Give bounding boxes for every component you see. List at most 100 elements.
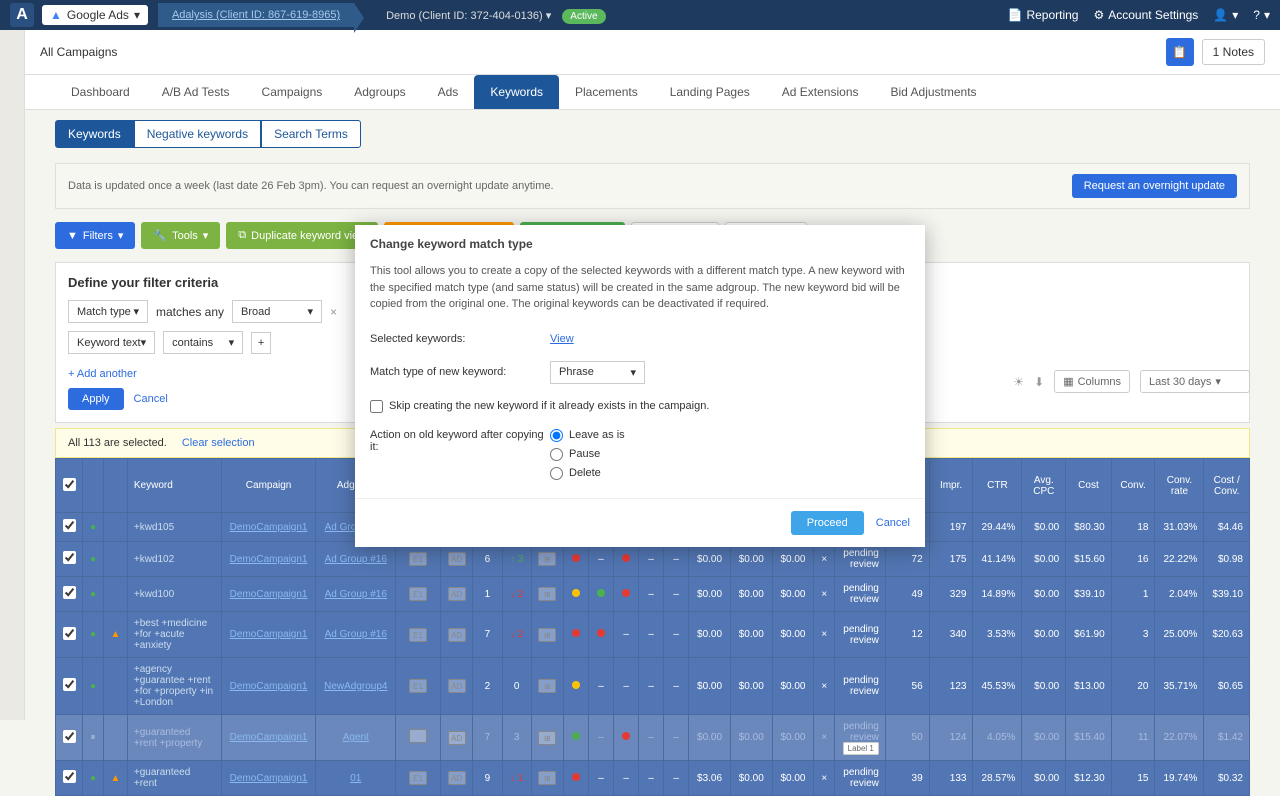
info-text: Data is updated once a week (last date 2… — [68, 180, 554, 192]
campaign-link[interactable]: DemoCampaign1 — [230, 589, 308, 600]
adgroup-link[interactable]: Ad Group #16 — [325, 554, 387, 565]
tab-adgroups[interactable]: Adgroups — [338, 75, 421, 109]
breadcrumb-client[interactable]: Adalysis (Client ID: 867-619-8965) — [158, 3, 354, 27]
account-settings-link[interactable]: ⚙Account Settings — [1093, 8, 1198, 22]
notes-button[interactable]: 1 Notes — [1202, 39, 1265, 65]
row-checkbox[interactable] — [63, 627, 76, 640]
tab-keywords[interactable]: Keywords — [474, 75, 559, 109]
copy-icon: ⧉ — [238, 229, 246, 242]
tab-dashboard[interactable]: Dashboard — [55, 75, 146, 109]
help-menu[interactable]: ?▾ — [1253, 8, 1270, 22]
adgroup-link[interactable]: 01 — [350, 773, 361, 784]
status-dot — [622, 554, 630, 562]
adalysis-logo[interactable]: A — [10, 3, 34, 27]
add-another-link[interactable]: + Add another — [68, 368, 137, 380]
tab-campaigns[interactable]: Campaigns — [246, 75, 339, 109]
main-tabs: DashboardA/B Ad TestsCampaignsAdgroupsAd… — [25, 75, 1280, 110]
leave-radio[interactable] — [550, 429, 563, 442]
adgroup-link[interactable]: Ad Group #16 — [325, 629, 387, 640]
download-icon[interactable]: ⬇ — [1034, 375, 1044, 389]
platform-selector[interactable]: ▲ Google Ads ▾ — [42, 5, 148, 25]
skip-existing-checkbox[interactable] — [370, 400, 383, 413]
row-checkbox[interactable] — [63, 770, 76, 783]
brightness-icon[interactable]: ☀ — [1013, 375, 1024, 389]
tab-landingpages[interactable]: Landing Pages — [654, 75, 766, 109]
info-bar: Data is updated once a week (last date 2… — [55, 163, 1250, 209]
remove-filter-icon[interactable]: × — [330, 305, 337, 319]
match-badge: E1 — [409, 679, 427, 693]
tab-ads[interactable]: Ads — [422, 75, 475, 109]
view-keywords-link[interactable]: View — [550, 333, 574, 345]
pause-radio[interactable] — [550, 448, 563, 461]
campaign-link[interactable]: DemoCampaign1 — [230, 554, 308, 565]
add-value-button[interactable]: + — [251, 332, 271, 354]
enabled-icon: ● — [90, 773, 96, 784]
cancel-filter-link[interactable]: Cancel — [134, 393, 168, 405]
campaign-link[interactable]: DemoCampaign1 — [230, 732, 308, 743]
sub-tabs: KeywordsNegative keywordsSearch Terms — [25, 110, 1280, 158]
subtab-negativekeywords[interactable]: Negative keywords — [134, 120, 261, 148]
request-update-button[interactable]: Request an overnight update — [1072, 174, 1237, 198]
adgroup-link[interactable]: Agent — [343, 732, 369, 743]
delete-radio[interactable] — [550, 467, 563, 480]
chevron-down-icon: ▾ — [134, 8, 140, 22]
chevron-down-icon: ▾ — [229, 336, 235, 349]
select-all-checkbox[interactable] — [63, 478, 76, 491]
ad-badge: AD — [448, 771, 466, 785]
platform-label: Google Ads — [67, 8, 129, 22]
status-dot — [572, 554, 580, 562]
table-row: ●▲+best +medicine +for +acute +anxietyDe… — [56, 612, 1250, 658]
enabled-icon: ● — [90, 629, 96, 640]
skip-label: Skip creating the new keyword if it alre… — [389, 400, 709, 412]
match-badge: E1 — [409, 771, 427, 785]
tab-abadtests[interactable]: A/B Ad Tests — [146, 75, 246, 109]
filters-button[interactable]: ▼Filters ▾ — [55, 222, 135, 249]
proceed-button[interactable]: Proceed — [791, 511, 864, 535]
row-checkbox[interactable] — [63, 678, 76, 691]
adgroup-link[interactable]: Ad Group #16 — [325, 589, 387, 600]
filter-field-select[interactable]: Match type▾ — [68, 300, 148, 323]
selected-keywords-label: Selected keywords: — [370, 333, 550, 345]
left-rail[interactable] — [0, 30, 25, 720]
row-checkbox[interactable] — [63, 730, 76, 743]
top-bar: A ▲ Google Ads ▾ Adalysis (Client ID: 86… — [0, 0, 1280, 30]
match-type-select[interactable]: Phrase▾ — [550, 361, 645, 384]
subtab-searchterms[interactable]: Search Terms — [261, 120, 361, 148]
user-menu[interactable]: 👤▾ — [1213, 8, 1238, 22]
all-campaigns-label: All Campaigns — [40, 45, 117, 59]
columns-button[interactable]: ▦Columns — [1054, 370, 1130, 393]
row-checkbox[interactable] — [63, 551, 76, 564]
campaign-link[interactable]: DemoCampaign1 — [230, 773, 308, 784]
row-checkbox[interactable] — [63, 586, 76, 599]
enabled-icon: ● — [90, 589, 96, 600]
filter-value-select[interactable]: Broad▾ — [232, 300, 322, 323]
campaign-link[interactable]: DemoCampaign1 — [230, 629, 308, 640]
tab-placements[interactable]: Placements — [559, 75, 654, 109]
modal-description: This tool allows you to create a copy of… — [355, 263, 925, 325]
date-range-select[interactable]: Last 30 days▾ — [1140, 370, 1250, 393]
active-badge: Active — [562, 9, 605, 24]
tools-button[interactable]: 🔧Tools ▾ — [141, 222, 220, 249]
status-dot — [622, 732, 630, 740]
selection-count: All 113 are selected. — [68, 437, 167, 449]
tab-adextensions[interactable]: Ad Extensions — [766, 75, 875, 109]
table-row: ●+kwd100DemoCampaign1Ad Group #16E1AD1↓ … — [56, 577, 1250, 612]
match-badge — [409, 729, 427, 743]
campaign-link[interactable]: DemoCampaign1 — [230, 522, 308, 533]
status-dot — [572, 681, 580, 689]
reporting-link[interactable]: 📄Reporting — [1007, 8, 1078, 22]
row-checkbox[interactable] — [63, 519, 76, 532]
keyword-cell: +guaranteed +rent +property — [127, 715, 221, 761]
tab-bidadjustments[interactable]: Bid Adjustments — [875, 75, 993, 109]
notes-icon-button[interactable]: 📋 — [1166, 38, 1194, 66]
clear-selection-link[interactable]: Clear selection — [182, 437, 255, 449]
adgroup-link[interactable]: NewAdgroup4 — [324, 681, 387, 692]
breadcrumb-demo[interactable]: Demo (Client ID: 372-404-0136) ▾ Active — [372, 3, 619, 28]
apply-button[interactable]: Apply — [68, 388, 124, 410]
subtab-keywords[interactable]: Keywords — [55, 120, 134, 148]
modal-cancel-link[interactable]: Cancel — [876, 517, 910, 529]
campaign-link[interactable]: DemoCampaign1 — [230, 681, 308, 692]
filter-op-select[interactable]: contains▾ — [163, 331, 243, 354]
filter-field-select-2[interactable]: Keyword text▾ — [68, 331, 155, 354]
match-badge: E1 — [409, 552, 427, 566]
